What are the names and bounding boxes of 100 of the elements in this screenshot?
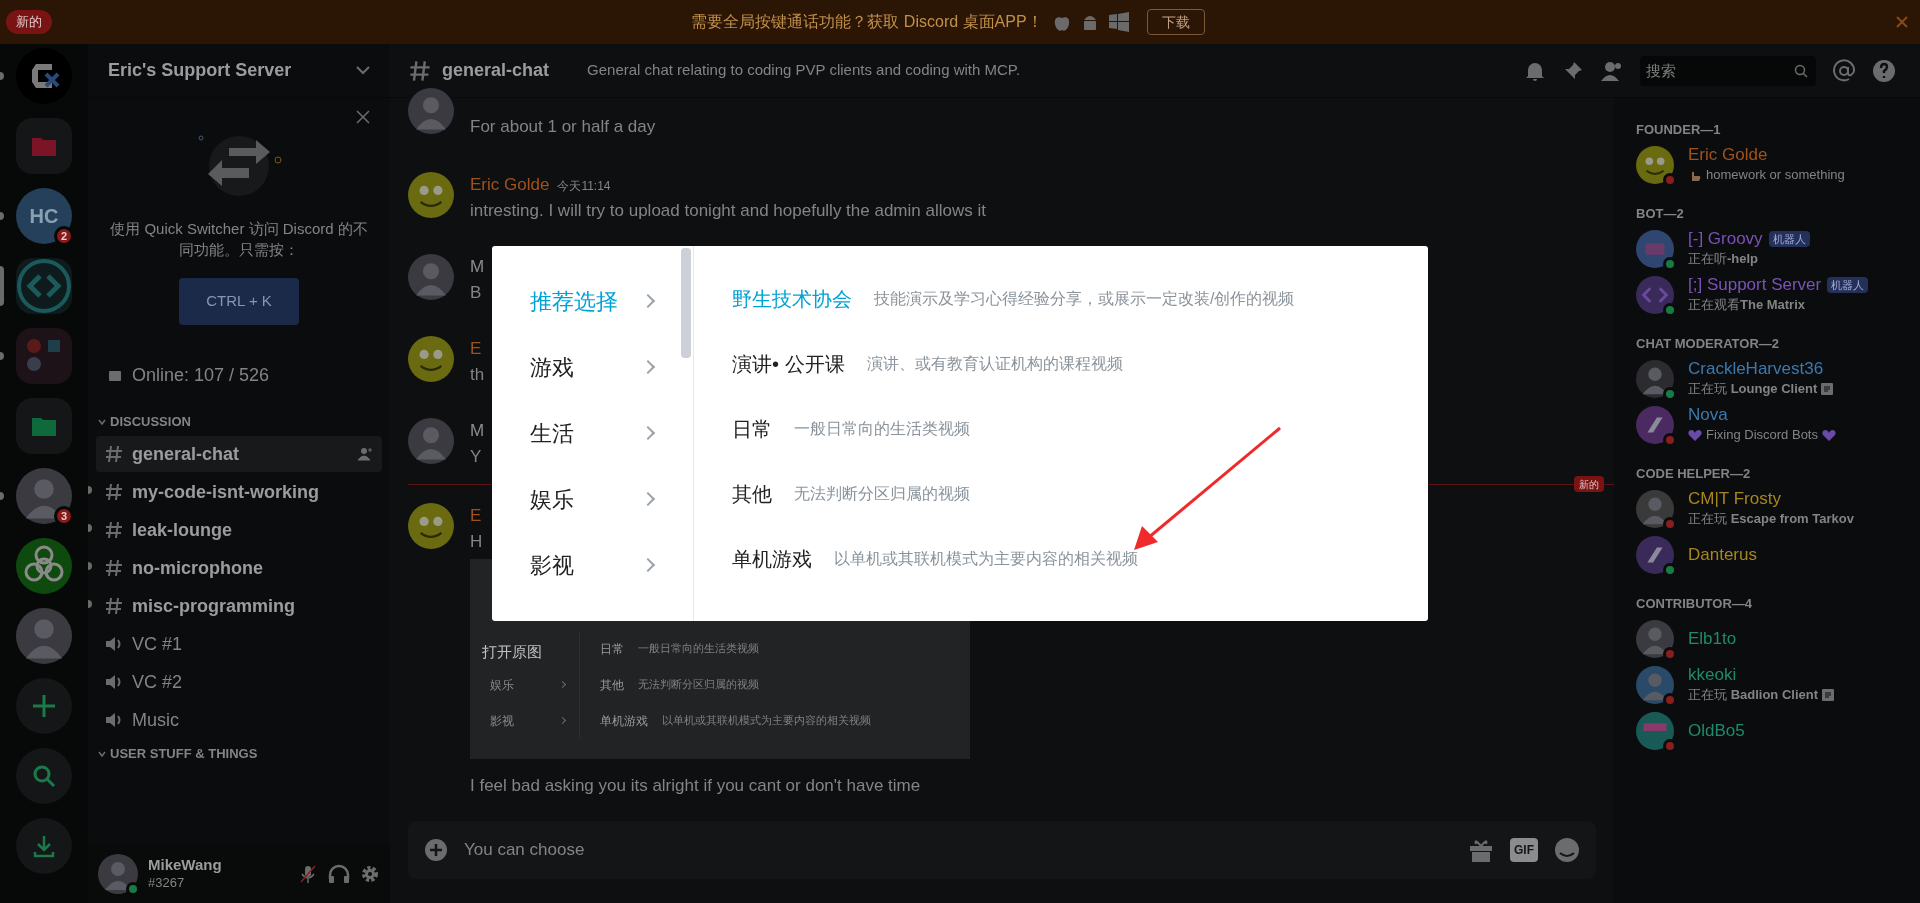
entry-description: 技能演示及学习心得经验分享，或展示一定改装/创作的视频 xyxy=(874,288,1295,309)
settings-icon[interactable] xyxy=(360,864,380,884)
mention-icon[interactable] xyxy=(1832,58,1856,83)
entry-title[interactable]: 日常 xyxy=(732,413,772,444)
headphones-icon[interactable] xyxy=(328,864,350,884)
message-text: For about 1 or half a day xyxy=(470,116,656,138)
entry-title[interactable]: 野生技术协会 xyxy=(732,283,852,314)
avatar-icon xyxy=(1636,666,1674,704)
unread-indicator xyxy=(0,212,4,220)
channel-item[interactable]: my-code-isnt-working xyxy=(96,474,382,510)
heart-icon xyxy=(1822,429,1836,441)
rich-presence-icon xyxy=(1821,383,1834,395)
invite-icon[interactable] xyxy=(358,447,374,461)
category-menu-item[interactable]: 推荐选择 xyxy=(492,268,693,334)
notification-badge: 3 xyxy=(54,506,74,526)
server-icon[interactable] xyxy=(16,258,72,314)
download-button[interactable]: 下载 xyxy=(1146,9,1205,35)
member-item[interactable]: [;] Support Server 机器人 正在观看The Matrix xyxy=(1636,272,1898,318)
emoji-icon[interactable] xyxy=(1554,837,1580,863)
category-header[interactable]: USER STUFF & THINGS xyxy=(96,740,382,768)
unread-indicator xyxy=(88,600,92,608)
member-name: CM|T Frosty xyxy=(1688,489,1781,509)
member-activity: 正在听-help xyxy=(1688,250,1759,268)
channel-name: general-chat xyxy=(442,59,550,82)
member-item[interactable]: [-] Groovy 机器人 正在听-help xyxy=(1636,226,1898,272)
new-label: 新的 xyxy=(1574,476,1604,492)
message-author[interactable]: E xyxy=(470,336,482,362)
channel-item[interactable]: no-microphone xyxy=(96,550,382,586)
avatar-icon xyxy=(98,854,138,894)
entry-title[interactable]: 其他 xyxy=(732,478,772,509)
avatar-icon xyxy=(1636,406,1674,444)
gif-button[interactable]: GIF xyxy=(1510,838,1538,862)
chevron-icon xyxy=(356,66,370,75)
scrollbar-thumb[interactable] xyxy=(681,248,691,358)
member-item[interactable]: Elb1to xyxy=(1636,616,1898,662)
category-menu-item[interactable]: 游戏 xyxy=(492,334,693,400)
hash-icon xyxy=(104,596,124,616)
entry-description: 无法判断分区归属的视频 xyxy=(794,483,970,504)
channel-item[interactable]: VC #2 xyxy=(96,664,382,700)
plus-icon xyxy=(31,693,57,719)
selected-indicator xyxy=(0,266,4,306)
message-time: 今天11:14 xyxy=(557,178,611,195)
member-item[interactable]: kkeoki 正在玩 Badlion Client xyxy=(1636,662,1898,708)
member-item[interactable]: Nova Fixing Discord Bots xyxy=(1636,402,1898,448)
role-header: BOT—2 xyxy=(1636,205,1685,223)
unread-indicator xyxy=(0,72,4,80)
hash-icon xyxy=(104,444,124,464)
member-item[interactable]: CM|T Frosty 正在玩 Escape from Tarkov xyxy=(1636,486,1898,532)
member-item[interactable]: Eric Golde homework or something xyxy=(1636,142,1898,188)
member-name: CrackleHarvest36 xyxy=(1688,359,1824,379)
attachment-menu-item: 娱乐 xyxy=(490,676,514,694)
channel-item[interactable]: general-chat xyxy=(96,436,382,472)
shortcut-button[interactable]: CTRL + K xyxy=(179,278,299,325)
category-menu-item[interactable]: 生活 xyxy=(492,400,693,466)
server-icon[interactable]: 3 xyxy=(16,468,72,524)
member-name: Nova xyxy=(1688,405,1728,425)
member-activity: 正在玩 Badlion Client xyxy=(1688,686,1818,704)
user-tag: #3267 xyxy=(148,874,288,892)
category-menu-item[interactable]: 娱乐 xyxy=(492,466,693,532)
member-item[interactable]: OldBo5 xyxy=(1636,708,1898,754)
gift-icon[interactable] xyxy=(1468,838,1494,862)
avatar-icon xyxy=(408,503,454,549)
avatar-icon xyxy=(16,608,72,664)
notification-badge: 2 xyxy=(54,226,74,246)
message-input[interactable]: You can choose GIF xyxy=(408,821,1596,879)
close-icon[interactable] xyxy=(1896,16,1908,28)
close-icon[interactable] xyxy=(356,110,370,124)
entry-title[interactable]: 演讲• 公开课 xyxy=(732,348,845,379)
add-attachment-icon[interactable] xyxy=(424,838,448,862)
server-folder[interactable] xyxy=(16,398,72,454)
avatar-icon xyxy=(408,88,454,134)
message-text: H xyxy=(470,531,484,553)
message-author[interactable]: E xyxy=(470,503,482,529)
role-header: CODE HELPER—2 xyxy=(1636,465,1752,483)
help-icon[interactable] xyxy=(1872,58,1896,83)
member-item[interactable]: CrackleHarvest36 正在玩 Lounge Client xyxy=(1636,356,1898,402)
message-author[interactable]: M xyxy=(470,254,485,280)
member-item[interactable]: Danterus xyxy=(1636,532,1898,578)
message-author[interactable]: M xyxy=(470,418,485,444)
hash-icon xyxy=(408,58,432,83)
quick-switcher-text: 使用 Quick Switcher 访问 Discord 的不同功能。只需按： xyxy=(109,219,369,260)
bot-tag: 机器人 xyxy=(1768,231,1810,247)
members-icon[interactable] xyxy=(1600,59,1624,82)
server-icon[interactable] xyxy=(16,538,72,594)
caret-icon xyxy=(98,750,106,758)
channel-topic: General chat relating to coding PVP clients and coding with MCP. xyxy=(587,60,1021,81)
open-original-link[interactable]: 打开原图 xyxy=(482,640,542,663)
server-icon[interactable]: HC 2 xyxy=(16,188,72,244)
channel-item[interactable]: leak-lounge xyxy=(96,512,382,548)
member-activity: 正在玩 Lounge Client xyxy=(1688,380,1818,398)
attachment-entry-description: 一般日常向的生活类视频 xyxy=(638,641,759,657)
search-field[interactable]: 搜索 xyxy=(1640,55,1816,86)
microphone-icon[interactable] xyxy=(298,864,318,884)
category-header[interactable]: DISCUSSION xyxy=(96,408,382,436)
channel-item[interactable]: misc-programming xyxy=(96,588,382,624)
channel-item[interactable]: VC #1 xyxy=(96,626,382,662)
message-author[interactable]: Eric Golde xyxy=(470,172,550,198)
server-icon[interactable] xyxy=(16,608,72,664)
banner-text: 需要全局按键通话功能？获取 Discord 桌面APP！ xyxy=(691,12,1043,32)
channel-item[interactable]: Music xyxy=(96,702,382,738)
